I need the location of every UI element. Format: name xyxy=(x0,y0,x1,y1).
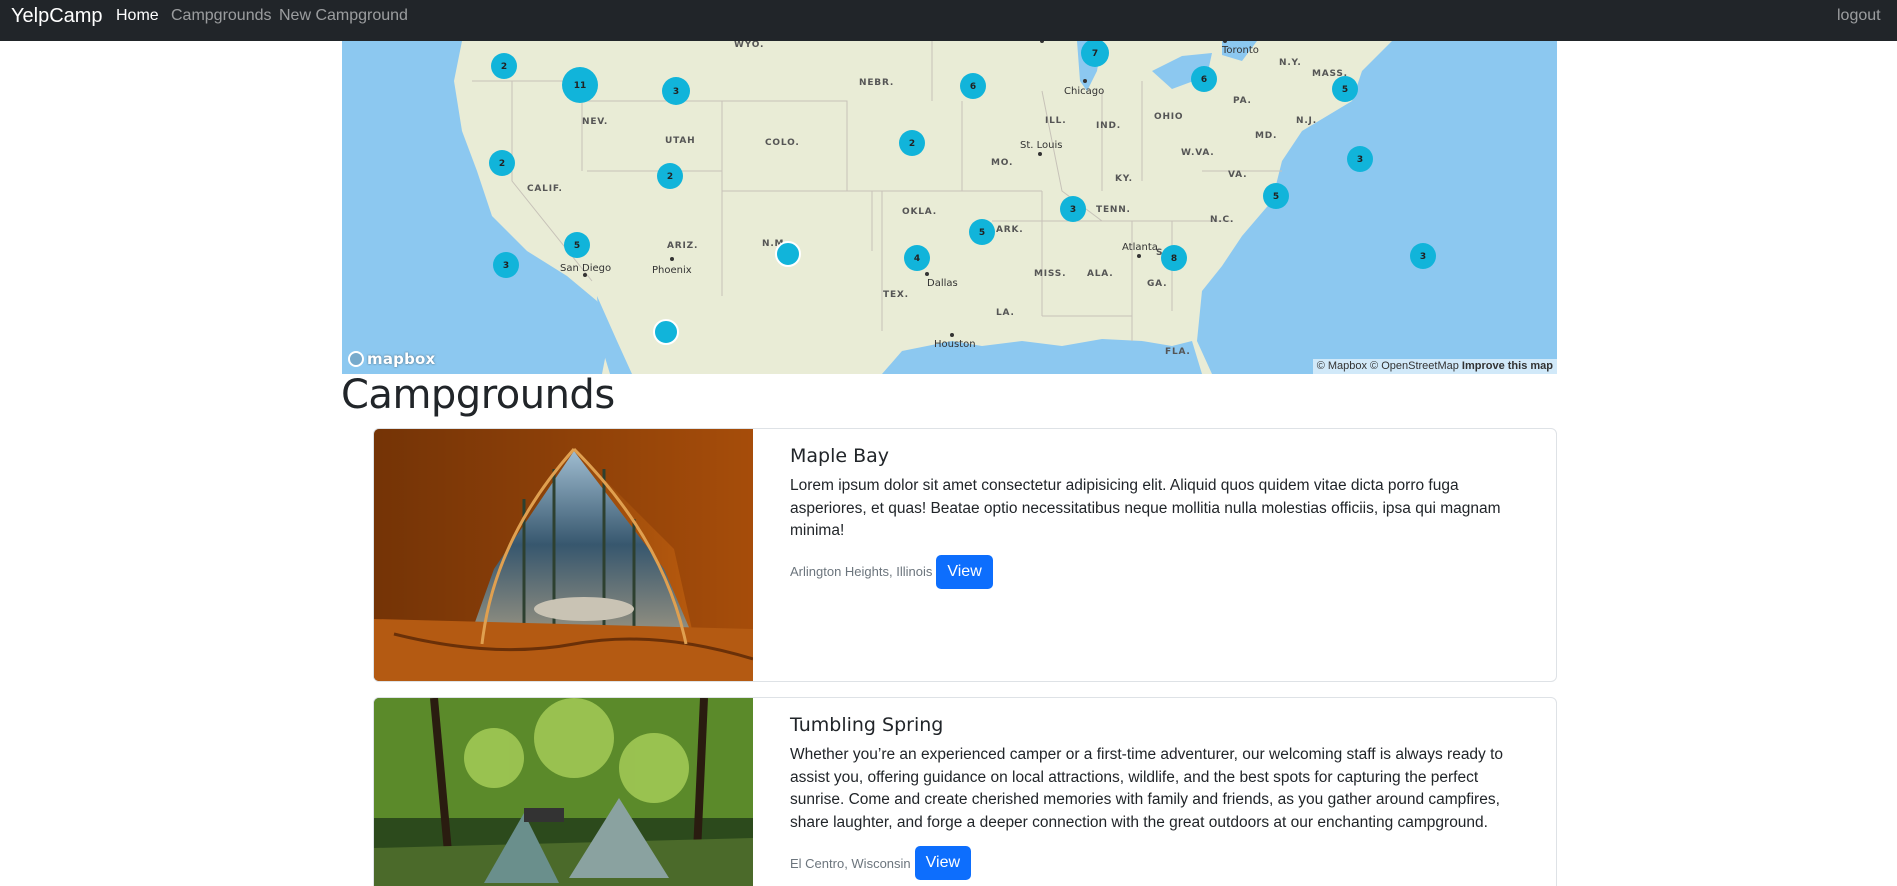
map-label-ark: ARK. xyxy=(996,225,1024,235)
brand-link[interactable]: YelpCamp xyxy=(11,5,103,28)
map-cluster-count: 7 xyxy=(1092,49,1098,59)
campground-location: Arlington Heights, Illinois xyxy=(790,564,933,579)
map-label-nc: N.C. xyxy=(1210,215,1234,225)
map-cluster-count: 3 xyxy=(673,87,679,97)
map-label-nebr: NEBR. xyxy=(859,78,894,88)
map-cluster-count: 6 xyxy=(1201,75,1207,85)
navbar: YelpCamp Home Campgrounds New Campground… xyxy=(0,0,1897,41)
map-cluster-count: 11 xyxy=(574,81,587,91)
mapbox-logo[interactable]: mapbox xyxy=(348,350,435,368)
atlantic-ocean xyxy=(1197,41,1557,374)
map-point[interactable] xyxy=(775,241,801,267)
map-label-chicago: Chicago xyxy=(1064,86,1104,97)
campground-image xyxy=(374,698,753,886)
campground-description: Lorem ipsum dolor sit amet consectetur a… xyxy=(790,477,1501,539)
nav-campgrounds-link[interactable]: Campgrounds xyxy=(171,7,272,25)
map-label-pa: PA. xyxy=(1233,96,1252,106)
map-label-ga: GA. xyxy=(1147,279,1167,289)
map-cluster-count: 2 xyxy=(501,62,507,72)
campground-card: Maple Bay Lorem ipsum dolor sit amet con… xyxy=(373,428,1557,682)
cluster-map[interactable]: WYO. Toronto N.Y. NEBR. MASS. NEV. Chica… xyxy=(342,41,1557,374)
map-cluster-count: 2 xyxy=(499,159,505,169)
map-label-tex: TEX. xyxy=(883,290,909,300)
map-label-phoenix: Phoenix xyxy=(652,265,692,276)
map-label-colo: COLO. xyxy=(765,138,800,148)
map-label-toronto: Toronto xyxy=(1221,45,1259,56)
mapbox-logo-icon xyxy=(348,351,364,367)
map-label-houston: Houston xyxy=(934,339,976,350)
map-cluster-count: 5 xyxy=(574,241,580,251)
map-label-okla: OKLA. xyxy=(902,207,937,217)
map-label-mo: MO. xyxy=(991,158,1013,168)
campground-image xyxy=(374,429,753,681)
map-cluster-count: 3 xyxy=(1420,252,1426,262)
campground-title: Maple Bay xyxy=(790,445,890,467)
map-cluster-count: 4 xyxy=(914,254,920,264)
campground-title: Tumbling Spring xyxy=(790,714,944,736)
map-label-nj: N.J. xyxy=(1296,116,1317,126)
map-cluster-count: 2 xyxy=(667,172,673,182)
map-cluster-count: 5 xyxy=(1342,85,1348,95)
map-label-fla: FLA. xyxy=(1165,347,1191,357)
map-cluster-count: 8 xyxy=(1171,254,1177,264)
map-label-nev: NEV. xyxy=(582,117,608,127)
logout-link[interactable]: logout xyxy=(1837,7,1881,25)
map-label-wva: W.VA. xyxy=(1181,148,1215,158)
page-title: Campgrounds xyxy=(341,372,615,418)
map-cluster-count: 5 xyxy=(1273,192,1279,202)
map-cluster-count: 3 xyxy=(503,261,509,271)
map-cluster-count: 5 xyxy=(979,228,985,238)
map-label-ky: KY. xyxy=(1115,174,1133,184)
card-body: Tumbling Spring Whether you’re an experi… xyxy=(753,698,1556,886)
map-label-ill: ILL. xyxy=(1045,116,1066,126)
map-label-dallas: Dallas xyxy=(927,278,958,289)
map-label-va: VA. xyxy=(1228,170,1247,180)
gulf-of-mexico xyxy=(882,339,1202,374)
map-label-miss: MISS. xyxy=(1034,269,1066,279)
card-body: Maple Bay Lorem ipsum dolor sit amet con… xyxy=(753,429,1556,681)
map-cluster-count: 3 xyxy=(1070,205,1076,215)
map-label-la: LA. xyxy=(996,308,1015,318)
nav-new-campground-link[interactable]: New Campground xyxy=(279,7,408,25)
campground-description: Whether you’re an experienced camper or … xyxy=(790,746,1504,831)
map-label-wyo: WYO. xyxy=(734,41,764,50)
improve-map-link[interactable]: Improve this map xyxy=(1462,360,1553,372)
map-label-utah: UTAH xyxy=(665,136,695,146)
map-cluster-count: 3 xyxy=(1357,155,1363,165)
map-canvas[interactable]: WYO. Toronto N.Y. NEBR. MASS. NEV. Chica… xyxy=(342,41,1557,374)
mapbox-logo-text: mapbox xyxy=(367,350,436,368)
map-label-md: MD. xyxy=(1255,131,1277,141)
map-cluster-count: 6 xyxy=(970,82,976,92)
map-label-ala: ALA. xyxy=(1087,269,1113,279)
map-label-calif: CALIF. xyxy=(527,184,563,194)
map-label-ariz: ARIZ. xyxy=(667,241,698,251)
map-label-stlouis: St. Louis xyxy=(1020,140,1062,151)
map-label-ind: IND. xyxy=(1096,121,1121,131)
attribution-text[interactable]: © Mapbox © OpenStreetMap xyxy=(1317,360,1459,372)
view-button[interactable]: View xyxy=(936,554,993,589)
map-cluster-count: 2 xyxy=(909,139,915,149)
campground-card: Tumbling Spring Whether you’re an experi… xyxy=(373,697,1557,886)
map-label-sandiego: San Diego xyxy=(560,263,611,274)
map-label-ohio: OHIO xyxy=(1154,112,1183,122)
map-label-atlanta: Atlanta xyxy=(1122,242,1158,253)
nav-home-link[interactable]: Home xyxy=(116,7,159,25)
map-attribution: © Mapbox © OpenStreetMap Improve this ma… xyxy=(1312,359,1557,374)
map-point[interactable] xyxy=(653,319,679,345)
map-label-ny: N.Y. xyxy=(1279,58,1302,68)
view-button[interactable]: View xyxy=(914,846,972,880)
map-label-tenn: TENN. xyxy=(1096,205,1131,215)
campground-location: El Centro, Wisconsin xyxy=(790,855,911,871)
